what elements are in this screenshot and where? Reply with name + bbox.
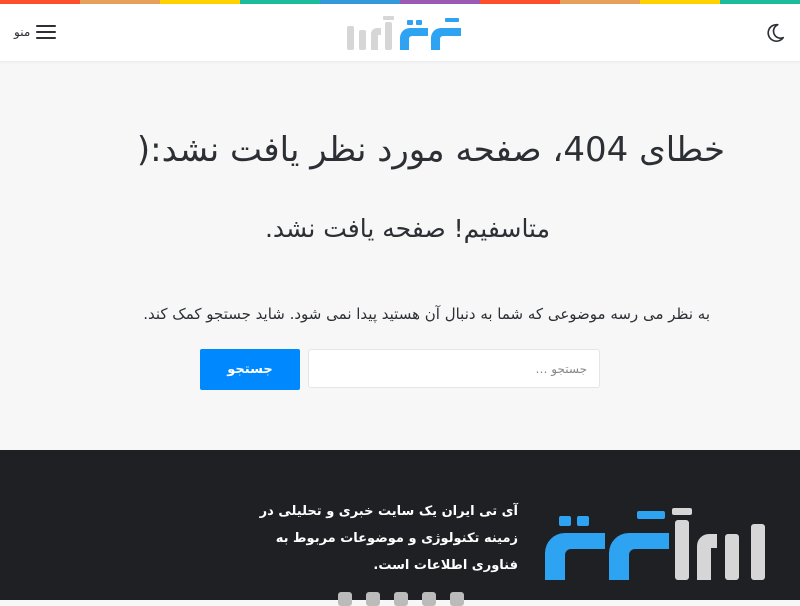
social-icon[interactable] [338,592,352,606]
footer-about-line: آی تی ایران یک سایت خبری و تحلیلی در [259,504,518,519]
search-form: جستجو [200,349,600,390]
social-icon[interactable] [422,592,436,606]
moon-icon[interactable] [764,22,786,44]
page-title: خطای 404، صفحه مورد نظر یافت نشد:( [136,130,725,170]
hamburger-icon [36,24,57,40]
site-footer: آی تی ایران یک سایت خبری و تحلیلی در زمی… [0,450,800,606]
footer-about-line: زمینه تکنولوژی و موضوعات مربوط به [275,531,518,546]
social-icon[interactable] [450,592,464,606]
social-icon[interactable] [366,592,380,606]
search-button[interactable]: جستجو [200,349,300,390]
footer-logo[interactable] [545,508,780,583]
footer-about: آی تی ایران یک سایت خبری و تحلیلی در زمی… [258,498,518,579]
social-icon[interactable] [394,592,408,606]
site-header: منو [0,4,800,62]
page-subtitle: متاسفیم! صفحه‌ یافت نشد. [264,214,550,243]
footer-about-line: فناوری اطلاعات است. [373,558,518,573]
search-input[interactable] [308,349,600,388]
site-logo[interactable] [345,16,465,52]
social-links [338,592,464,606]
error-description: به نظر می رسه‌ موضوعی که شما به دنبال آن… [143,305,710,323]
menu-label: منو [14,25,31,39]
menu-button[interactable]: منو [14,21,57,43]
error-content: خطای 404، صفحه مورد نظر یافت نشد:( متاسف… [0,62,800,450]
